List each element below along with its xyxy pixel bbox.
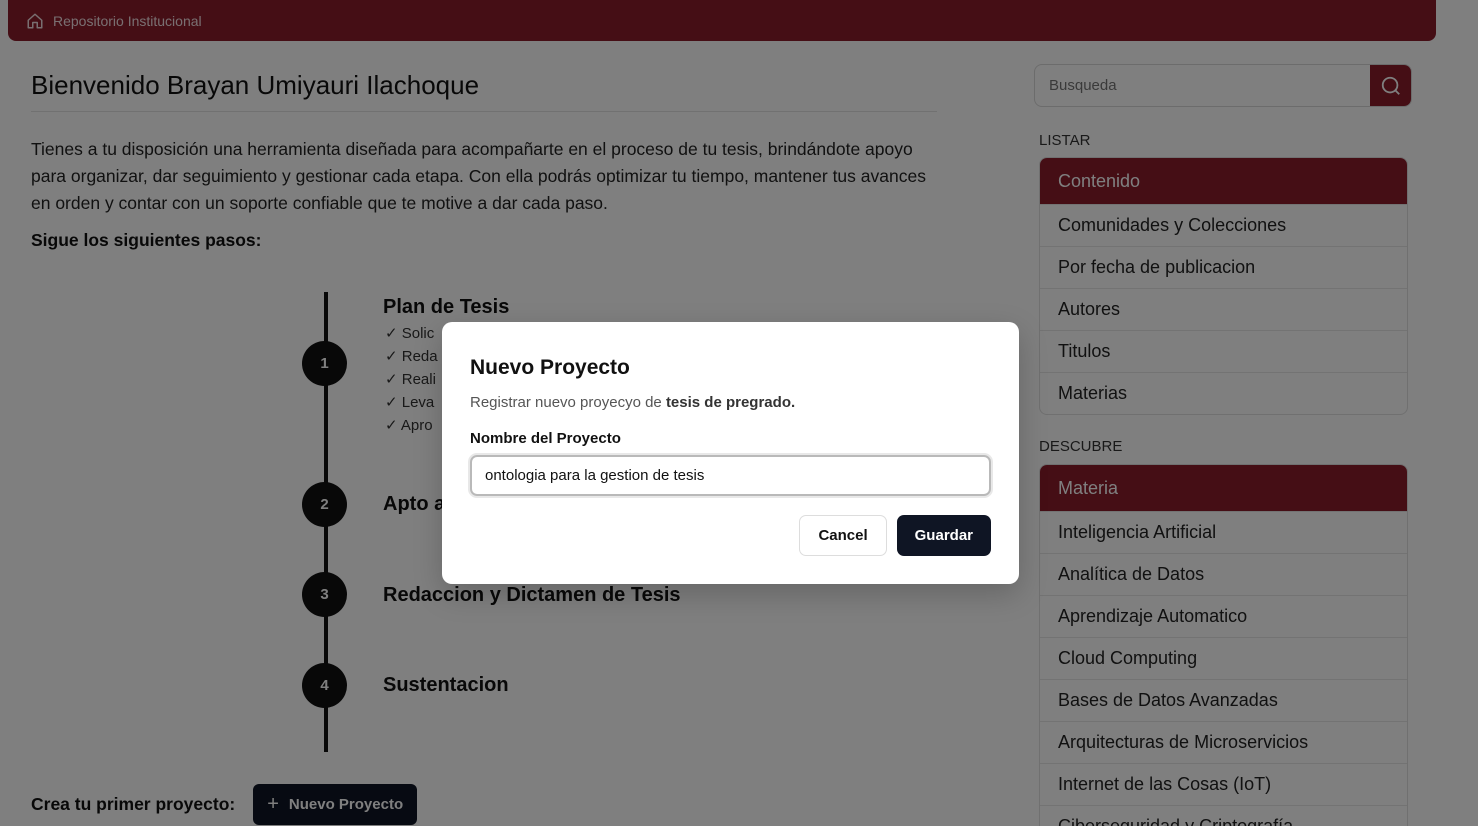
dialog-actions: Cancel Guardar: [799, 515, 991, 556]
dialog-title: Nuevo Proyecto: [470, 356, 630, 379]
project-name-label: Nombre del Proyecto: [470, 430, 621, 447]
new-project-dialog: Nuevo Proyecto Registrar nuevo proyecyo …: [442, 322, 1019, 584]
cancel-button[interactable]: Cancel: [799, 515, 887, 556]
save-button[interactable]: Guardar: [896, 515, 991, 556]
dialog-description: Registrar nuevo proyecyo de tesis de pre…: [470, 394, 796, 411]
project-name-input[interactable]: ontologia para la gestion de tesis: [470, 455, 991, 496]
